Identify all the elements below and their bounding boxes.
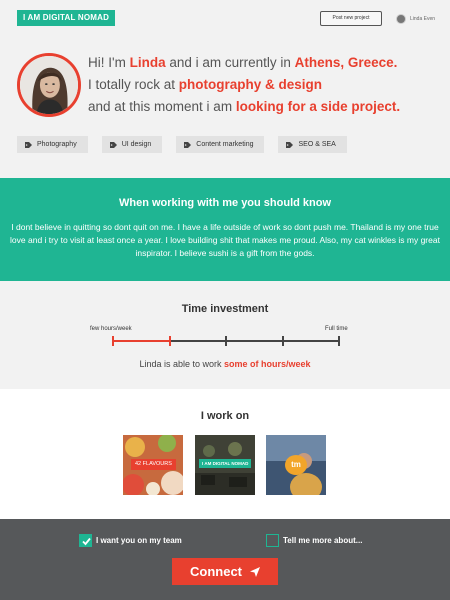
profile-portrait bbox=[17, 53, 81, 117]
more-info-checkbox-option[interactable]: Tell me more about... bbox=[266, 534, 362, 547]
time-investment-title: Time investment bbox=[181, 303, 269, 315]
more-info-checkbox[interactable] bbox=[266, 534, 279, 547]
skill-tags: Photography UI design Content marketing … bbox=[17, 136, 361, 153]
time-slider-fill bbox=[113, 340, 170, 342]
tag-icon bbox=[25, 141, 32, 148]
user-avatar bbox=[396, 13, 406, 24]
user-first-name: Linda bbox=[129, 55, 166, 70]
work-thumbnail-label: tm bbox=[285, 455, 307, 475]
intro-text: Hi! I'm Linda and i am currently in Athe… bbox=[88, 52, 438, 118]
work-thumbnail-label: I AM DIGITAL NOMAD bbox=[199, 459, 252, 468]
time-slider-tick[interactable] bbox=[112, 336, 114, 346]
intro-line-2: I totally rock at photography & design bbox=[88, 74, 438, 96]
connect-button-label: Connect bbox=[190, 564, 242, 579]
time-note-value: some of hours/week bbox=[224, 359, 311, 369]
time-slider-tick[interactable] bbox=[168, 336, 171, 346]
skill-tag-label: SEO & SEA bbox=[298, 141, 336, 148]
time-investment-section: Time investment few hours/week Full time… bbox=[0, 281, 450, 389]
logo[interactable]: I AM DIGITAL NOMAD bbox=[17, 10, 116, 26]
work-thumbnail-2[interactable]: I AM DIGITAL NOMAD bbox=[195, 435, 255, 495]
about-section: When working with me you should know I d… bbox=[0, 178, 450, 281]
time-slider-tick[interactable] bbox=[225, 336, 227, 346]
tag-icon bbox=[109, 141, 117, 148]
skill-tag-label: UI design bbox=[121, 141, 152, 148]
work-section: I work on 42 FLAVOURS I AM DIGITAL NOMAD bbox=[0, 389, 450, 519]
send-icon bbox=[250, 566, 260, 577]
connect-button[interactable]: Connect bbox=[172, 558, 278, 585]
time-note-text: Linda is able to work bbox=[139, 359, 224, 369]
tag-icon bbox=[184, 141, 192, 148]
more-info-checkbox-label: Tell me more about... bbox=[283, 536, 363, 545]
intro-text-part: Hi! I'm bbox=[88, 55, 130, 70]
work-thumbnail-1[interactable]: 42 FLAVOURS bbox=[123, 435, 183, 495]
intro-line-1: Hi! I'm Linda and i am currently in Athe… bbox=[88, 52, 438, 74]
team-checkbox[interactable] bbox=[79, 534, 92, 547]
user-menu[interactable]: Linda Even bbox=[396, 13, 435, 24]
time-min-label: few hours/week bbox=[90, 326, 132, 332]
time-note: Linda is able to work some of hours/week bbox=[0, 359, 450, 369]
intro-text-part: and i am currently in bbox=[165, 55, 295, 70]
skills-phrase: photography & design bbox=[178, 77, 323, 92]
work-title: I work on bbox=[200, 410, 250, 422]
skill-tag-content-marketing[interactable]: Content marketing bbox=[176, 136, 265, 153]
intro-line-3: and at this moment i am looking for a si… bbox=[88, 96, 438, 118]
time-slider-tick[interactable] bbox=[281, 336, 284, 346]
about-text: I dont believe in quitting so dont quit … bbox=[10, 222, 440, 258]
tag-icon bbox=[286, 141, 294, 148]
time-max-label: Full time bbox=[325, 326, 348, 332]
about-title: When working with me you should know bbox=[118, 197, 332, 209]
check-icon bbox=[82, 537, 91, 546]
location: Athens, Greece. bbox=[294, 55, 398, 70]
intro-text-part: and at this moment i am bbox=[88, 99, 236, 114]
top-bar: I AM DIGITAL NOMAD Post new project Lind… bbox=[0, 0, 450, 36]
user-name: Linda Even bbox=[410, 15, 436, 22]
skill-tag-label: Photography bbox=[37, 141, 77, 148]
availability-status: looking for a side project. bbox=[235, 99, 401, 114]
team-checkbox-option[interactable]: I want you on my team bbox=[79, 534, 182, 547]
skill-tag-seo-sea[interactable]: SEO & SEA bbox=[278, 136, 347, 153]
skill-tag-ui-design[interactable]: UI design bbox=[101, 136, 163, 153]
post-new-project-button[interactable]: Post new project bbox=[320, 11, 382, 26]
work-thumbnail-3[interactable]: tm bbox=[266, 435, 326, 495]
contact-footer: I want you on my team Tell me more about… bbox=[0, 519, 450, 600]
skill-tag-photography[interactable]: Photography bbox=[17, 136, 88, 153]
intro-text-part: I totally rock at bbox=[88, 77, 179, 92]
work-thumbnail-label: 42 FLAVOURS bbox=[131, 459, 176, 470]
team-checkbox-label: I want you on my team bbox=[96, 536, 182, 545]
skill-tag-label: Content marketing bbox=[196, 141, 254, 148]
time-slider-tick[interactable] bbox=[338, 336, 340, 346]
